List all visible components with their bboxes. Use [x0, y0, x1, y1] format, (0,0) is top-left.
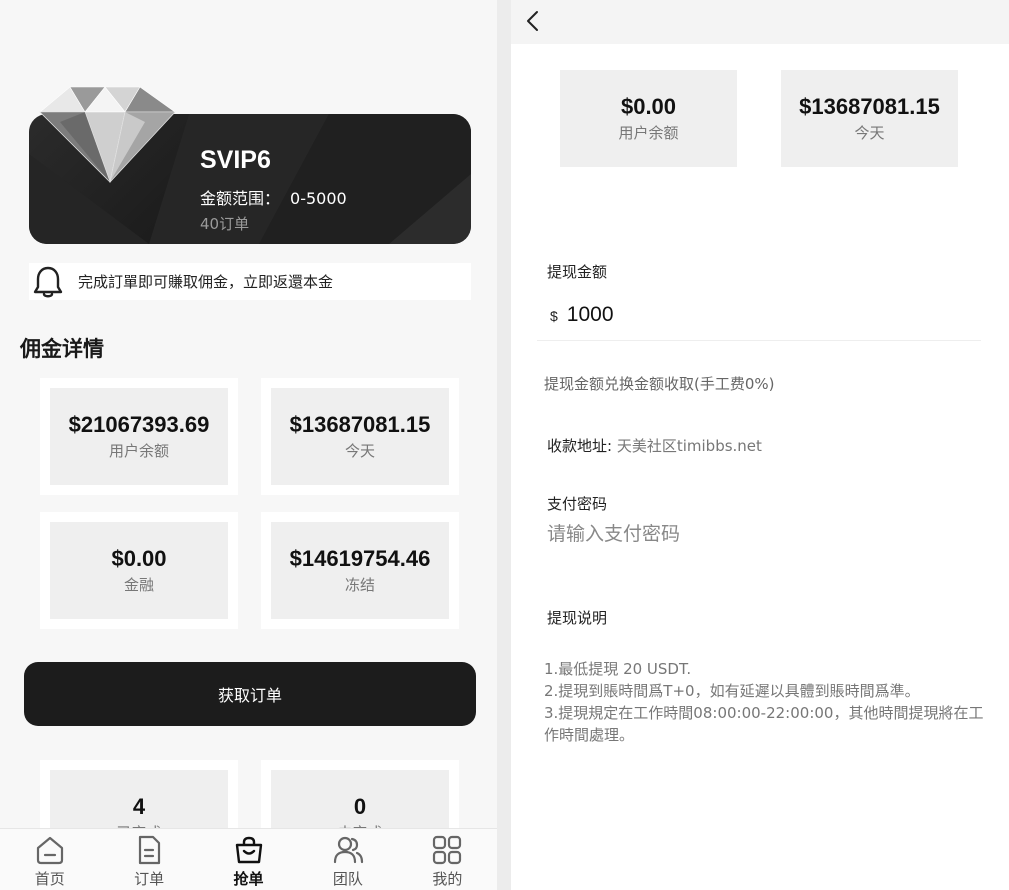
stat-frozen: $14619754.46 冻结: [261, 512, 459, 629]
stat-value: $13687081.15: [799, 94, 940, 119]
stat-label: 今天: [344, 442, 375, 460]
stat-user-balance: $0.00 用户余额: [560, 70, 737, 167]
receiving-address: 收款地址: 天美社区timibbs.net: [547, 435, 762, 456]
stat-value: 4: [132, 794, 146, 819]
withdraw-rules: 1.最低提現 20 USDT. 2.提現到賬時間爲T+0，如有延遲以具體到賬時間…: [544, 658, 984, 746]
home-icon: [36, 836, 63, 865]
tab-label: 抢单: [233, 870, 264, 888]
payment-password-label: 支付密码: [547, 495, 608, 513]
stat-label: 用户余额: [618, 124, 679, 142]
stat-user-balance: $21067393.69 用户余额: [40, 378, 238, 495]
notice-text: 完成訂單即可賺取佣金，立即返還本金: [78, 273, 334, 291]
tab-orders[interactable]: 订单: [99, 829, 198, 890]
amount-range-value: 0-5000: [290, 189, 347, 208]
tab-team[interactable]: 团队: [298, 829, 397, 890]
stat-today: $13687081.15 今天: [261, 378, 459, 495]
stat-value: $0.00: [620, 94, 677, 119]
stat-label: 用户余额: [108, 442, 169, 460]
stat-finance: $0.00 金融: [40, 512, 238, 629]
rule-item: 3.提現規定在工作時間08:00:00-22:00:00，其他時間提現將在工作時…: [544, 704, 984, 744]
order-grab-panel: SVIP6 金额范围： 0-5000 40订单 完成訂單即可賺取佣金，立即返還本金…: [0, 0, 497, 890]
withdraw-amount-value[interactable]: 1000: [567, 303, 614, 327]
stat-label: 冻结: [344, 576, 375, 594]
amount-underline: [537, 340, 981, 341]
rule-item: 1.最低提現 20 USDT.: [544, 660, 692, 678]
tab-home[interactable]: 首页: [0, 829, 99, 890]
commission-details-title: 佣金详情: [20, 337, 104, 361]
vip-order-count: 40订单: [200, 215, 250, 233]
tab-label: 订单: [134, 870, 165, 888]
fee-note: 提现金额兑换金额收取(手工费0%): [544, 375, 775, 393]
stat-value: $14619754.46: [289, 546, 431, 571]
bottom-tab-bar: 首页 订单 抢单 团队 我的: [0, 828, 497, 890]
tab-label: 团队: [332, 870, 363, 888]
tab-grab-order[interactable]: 抢单: [199, 829, 298, 890]
amount-range-label: 金额范围：: [200, 189, 281, 208]
back-arrow-icon[interactable]: [523, 9, 543, 33]
stat-label: 金融: [123, 576, 154, 594]
tab-mine[interactable]: 我的: [398, 829, 497, 890]
tab-label: 首页: [34, 870, 65, 888]
diamond-icon: [39, 86, 176, 184]
panel-divider: [497, 0, 511, 890]
tab-label: 我的: [432, 870, 463, 888]
grid-icon: [433, 835, 462, 865]
stat-value: $13687081.15: [289, 412, 431, 437]
withdraw-rules-title: 提现说明: [547, 609, 608, 627]
notice-bar: 完成訂單即可賺取佣金，立即返還本金: [29, 263, 471, 300]
vip-amount-range: 金额范围： 0-5000: [200, 185, 347, 209]
address-value: 天美社区timibbs.net: [616, 437, 762, 455]
rule-item: 2.提現到賬時間爲T+0，如有延遲以具體到賬時間爲準。: [544, 682, 920, 700]
withdraw-panel: $0.00 用户余额 $13687081.15 今天 提现金额 $ 1000 提…: [511, 0, 1009, 890]
stat-value: 0: [353, 794, 367, 819]
vip-level-name: SVIP6: [200, 146, 271, 174]
stat-today: $13687081.15 今天: [781, 70, 958, 167]
bell-icon: [33, 266, 63, 297]
withdraw-amount-label: 提现金额: [547, 263, 608, 281]
stat-value: $0.00: [111, 546, 167, 571]
document-icon: [139, 835, 161, 865]
address-label: 收款地址:: [547, 437, 613, 455]
stat-value: $21067393.69: [68, 412, 210, 437]
currency-symbol: $: [550, 308, 558, 324]
shopping-bag-icon: [235, 836, 262, 864]
stat-label: 今天: [854, 124, 885, 142]
withdraw-amount-field[interactable]: $ 1000: [550, 303, 614, 327]
team-icon: [333, 836, 364, 864]
get-order-button[interactable]: 获取订单: [24, 662, 476, 726]
nav-bar: [511, 0, 1009, 44]
payment-password-input[interactable]: [547, 523, 967, 545]
